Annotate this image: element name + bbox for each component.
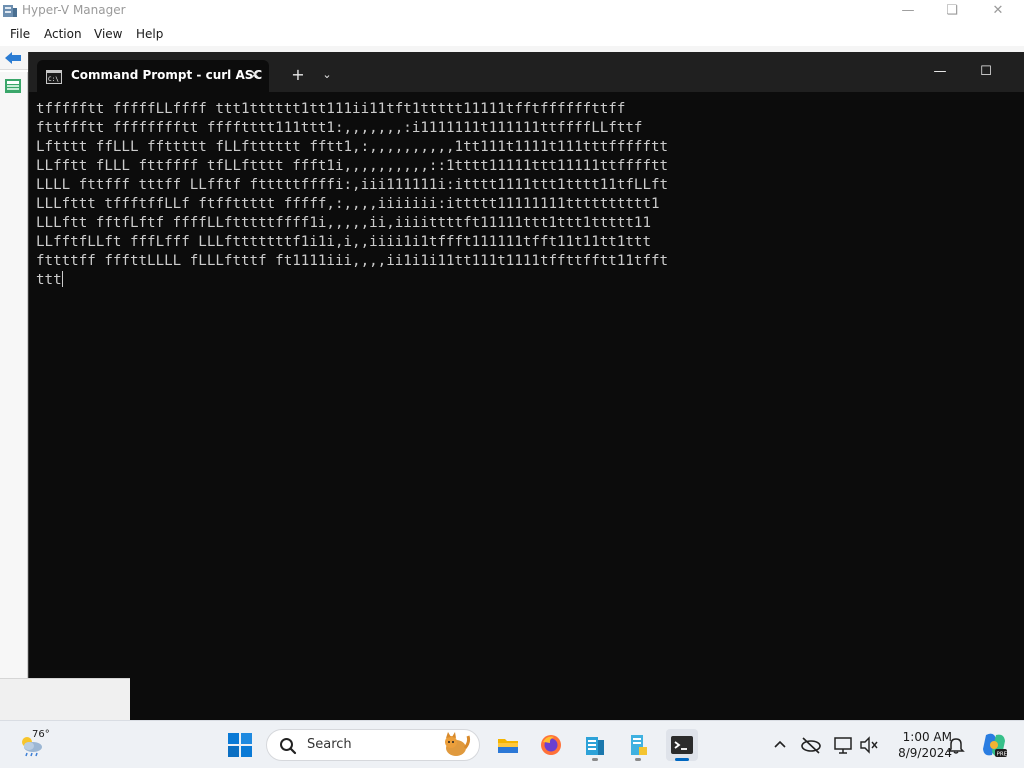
hyperv-app-icon [2,3,18,19]
hyperv-server-icon[interactable] [4,78,22,94]
terminal-line: fttttff fffttLLLL fLLLftttf ft1111iii,,,… [36,252,1016,271]
volume-muted-icon[interactable] [858,734,880,756]
new-tab-plus-icon[interactable]: + [287,64,309,86]
running-indicator [635,758,641,761]
hyperv-status-area [0,678,130,720]
svg-text:PRE: PRE [997,752,1008,758]
terminal-line: LLfftfLLft fffLfff LLLftttttttf1i1i,i,,i… [36,233,1016,252]
taskbar-server-app[interactable] [622,729,654,761]
active-indicator [675,758,689,761]
menu-action[interactable]: Action [44,27,82,41]
terminal-line-text: fttttff fffttLLLL fLLLftttf ft1111iii,,,… [36,253,669,269]
taskbar: 76° Search 1:00 AM 8/9/2024 PRE [0,720,1024,768]
chevron-down-icon[interactable]: ⌄ [317,64,337,86]
text-cursor [61,271,63,287]
terminal-line-text: fttffftt fffffffftt fffftttt111ttt1:,,,,… [36,120,643,136]
hyperv-titlebar[interactable]: Hyper-V Manager — ❏ ✕ [0,0,1024,22]
menu-file[interactable]: File [10,27,30,41]
taskbar-hyperv-manager[interactable] [579,729,611,761]
hyperv-minimize-button[interactable]: — [892,2,924,20]
menu-help[interactable]: Help [136,27,163,41]
hyperv-navigation-pane [0,72,28,696]
display-icon[interactable] [832,734,854,756]
terminal-line-text: Lftttt ffLLL ffttttt fLLftttttt fftt1,:,… [36,139,669,155]
search-label: Search [307,737,352,752]
terminal-line: Lftttt ffLLL ffttttt fLLftttttt fftt1,:,… [36,138,1016,157]
command-prompt-icon: C:\ [46,69,62,84]
terminal-tab-title: Command Prompt - curl ASC [71,68,263,82]
terminal-line: fttffftt fffffffftt fffftttt111ttt1:,,,,… [36,119,1016,138]
clock-date[interactable]: 8/9/2024 [884,746,952,760]
taskbar-file-explorer[interactable] [492,729,524,761]
taskbar-search-box[interactable]: Search [266,729,480,761]
network-offline-icon[interactable] [800,734,822,756]
terminal-line: tffffftt fffffLLffff ttt1tttttt1tt111ii1… [36,100,1016,119]
hyperv-close-button[interactable]: ✕ [982,2,1014,20]
hyperv-menubar: File Action View Help [0,24,1024,44]
hyperv-restore-button[interactable]: ❏ [936,2,968,20]
terminal-maximize-button[interactable]: ☐ [963,58,1009,86]
terminal-line: LLLftt fftfLftf ffffLLftttttffff1i,,,,,i… [36,214,1016,233]
menu-view[interactable]: View [94,27,122,41]
start-button[interactable] [226,731,254,759]
hyperv-title: Hyper-V Manager [22,3,126,17]
terminal-line: LLLL fttfff tttff LLfftf ftttttffffi:,ii… [36,176,1016,195]
terminal-line-text: tffffftt fffffLLffff ttt1tttttt1tt111ii1… [36,101,626,117]
clock-time[interactable]: 1:00 AM [884,730,952,744]
terminal-line: LLLfttt tffftffLLf ftffttttt fffff,:,,,,… [36,195,1016,214]
terminal-line-text: LLLftt fftfLftf ffffLLftttttffff1i,,,,,i… [36,215,651,231]
terminal-line: ttt [36,271,1016,290]
terminal-minimize-button[interactable]: — [917,58,963,86]
terminal-line: LLfftt fLLL fttffff tfLLftttt ffft1i,,,,… [36,157,1016,176]
terminal-window: C:\ Command Prompt - curl ASC ✕ + ⌄ — ☐ … [28,52,1024,678]
search-icon [279,737,297,755]
back-arrow-icon[interactable] [3,50,23,66]
svg-text:C:\: C:\ [48,76,59,83]
weather-temperature: 76° [32,729,50,740]
terminal-line-text: LLLfttt tffftffLLf ftffttttt fffff,:,,,,… [36,196,660,212]
terminal-line-text: LLfftt fLLL fttffff tfLLftttt ffft1i,,,,… [36,158,669,174]
copilot-icon[interactable]: PRE [980,731,1008,759]
terminal-line-text: LLfftfLLft fffLfff LLLftttttttf1i1i,i,,i… [36,234,651,250]
running-indicator [592,758,598,761]
notification-bell-icon[interactable] [946,735,966,755]
terminal-output[interactable]: tffffftt fffffLLffff ttt1tttttt1tt111ii1… [36,100,1016,670]
chevron-up-icon[interactable] [770,735,790,755]
terminal-tabbar[interactable]: C:\ Command Prompt - curl ASC ✕ + ⌄ — ☐ [29,52,1024,92]
terminal-tab-command-prompt[interactable]: C:\ Command Prompt - curl ASC ✕ [37,60,269,92]
taskbar-firefox[interactable] [535,729,567,761]
search-highlight-cat-icon [439,732,471,758]
tab-close-icon[interactable]: ✕ [245,66,265,86]
taskbar-terminal[interactable] [666,729,698,761]
terminal-line-text: LLLL fttfff tttff LLfftf ftttttffffi:,ii… [36,177,669,193]
terminal-line-text: ttt [36,272,62,288]
background-dark-region [130,678,1024,720]
